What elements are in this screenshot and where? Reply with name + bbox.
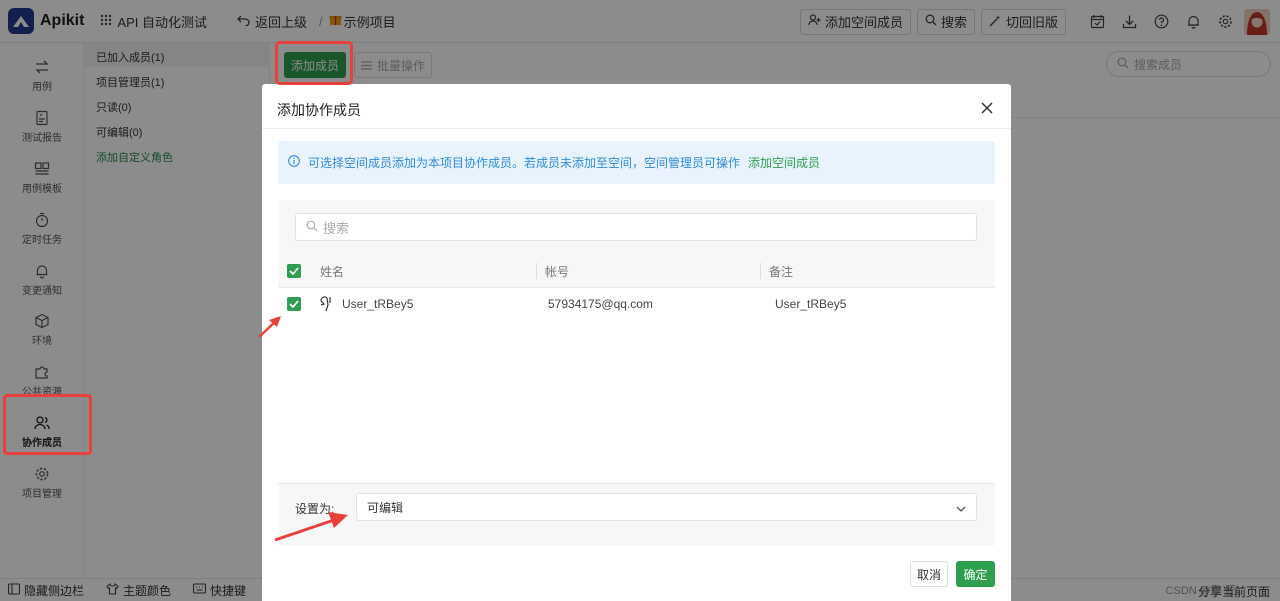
check-icon: [289, 267, 299, 275]
member-table-body: User_tRBey5 57934175@qq.com User_tRBey5: [278, 287, 995, 484]
member-note: User_tRBey5: [775, 297, 847, 311]
member-name: User_tRBey5: [342, 297, 414, 311]
column-separator: [760, 263, 761, 279]
add-collaborator-dialog: 添加协作成员 可选择空间成员添加为本项目协作成员。若成员未添加至空间，空间管理员…: [262, 84, 1011, 601]
member-table-head: 姓名 帐号 备注: [278, 255, 995, 287]
role-select-value: 可编辑: [367, 500, 404, 515]
row-checkbox[interactable]: [287, 297, 301, 311]
info-icon: [288, 155, 300, 170]
column-separator: [536, 263, 537, 279]
add-space-member-link[interactable]: 添加空间成员: [748, 154, 820, 171]
member-search-input[interactable]: 搜索: [295, 213, 977, 241]
close-icon[interactable]: [977, 98, 997, 118]
arrow-annotation-role-select: [274, 512, 348, 542]
column-header-note: 备注: [769, 265, 794, 279]
user-avatar-icon: [318, 295, 334, 316]
arrow-annotation-checkbox: [258, 316, 281, 338]
info-notice: 可选择空间成员添加为本项目协作成员。若成员未添加至空间，空间管理员可操作 添加空…: [278, 141, 995, 184]
role-select[interactable]: 可编辑: [356, 493, 977, 521]
table-row[interactable]: User_tRBey5 57934175@qq.com User_tRBey5: [278, 288, 995, 320]
search-icon: [306, 220, 318, 235]
member-search-placeholder: 搜索: [323, 220, 350, 236]
chevron-down-icon: [956, 502, 966, 516]
check-icon: [289, 300, 299, 308]
highlight-box-members-nav: [3, 394, 92, 455]
cancel-button[interactable]: 取消: [910, 561, 948, 587]
dialog-divider: [262, 128, 1011, 129]
column-header-account: 帐号: [545, 265, 570, 279]
column-header-name: 姓名: [320, 265, 345, 279]
select-all-checkbox[interactable]: [287, 264, 301, 278]
member-select-panel: 搜索 姓名 帐号 备注 User_tRBey5 57934175@qq.com: [278, 200, 995, 546]
notice-text: 可选择空间成员添加为本项目协作成员。若成员未添加至空间，空间管理员可操作: [308, 156, 741, 170]
confirm-button[interactable]: 确定: [956, 561, 995, 587]
highlight-box-add-member: [275, 41, 353, 85]
dialog-title: 添加协作成员: [277, 102, 361, 118]
member-account: 57934175@qq.com: [548, 297, 653, 311]
